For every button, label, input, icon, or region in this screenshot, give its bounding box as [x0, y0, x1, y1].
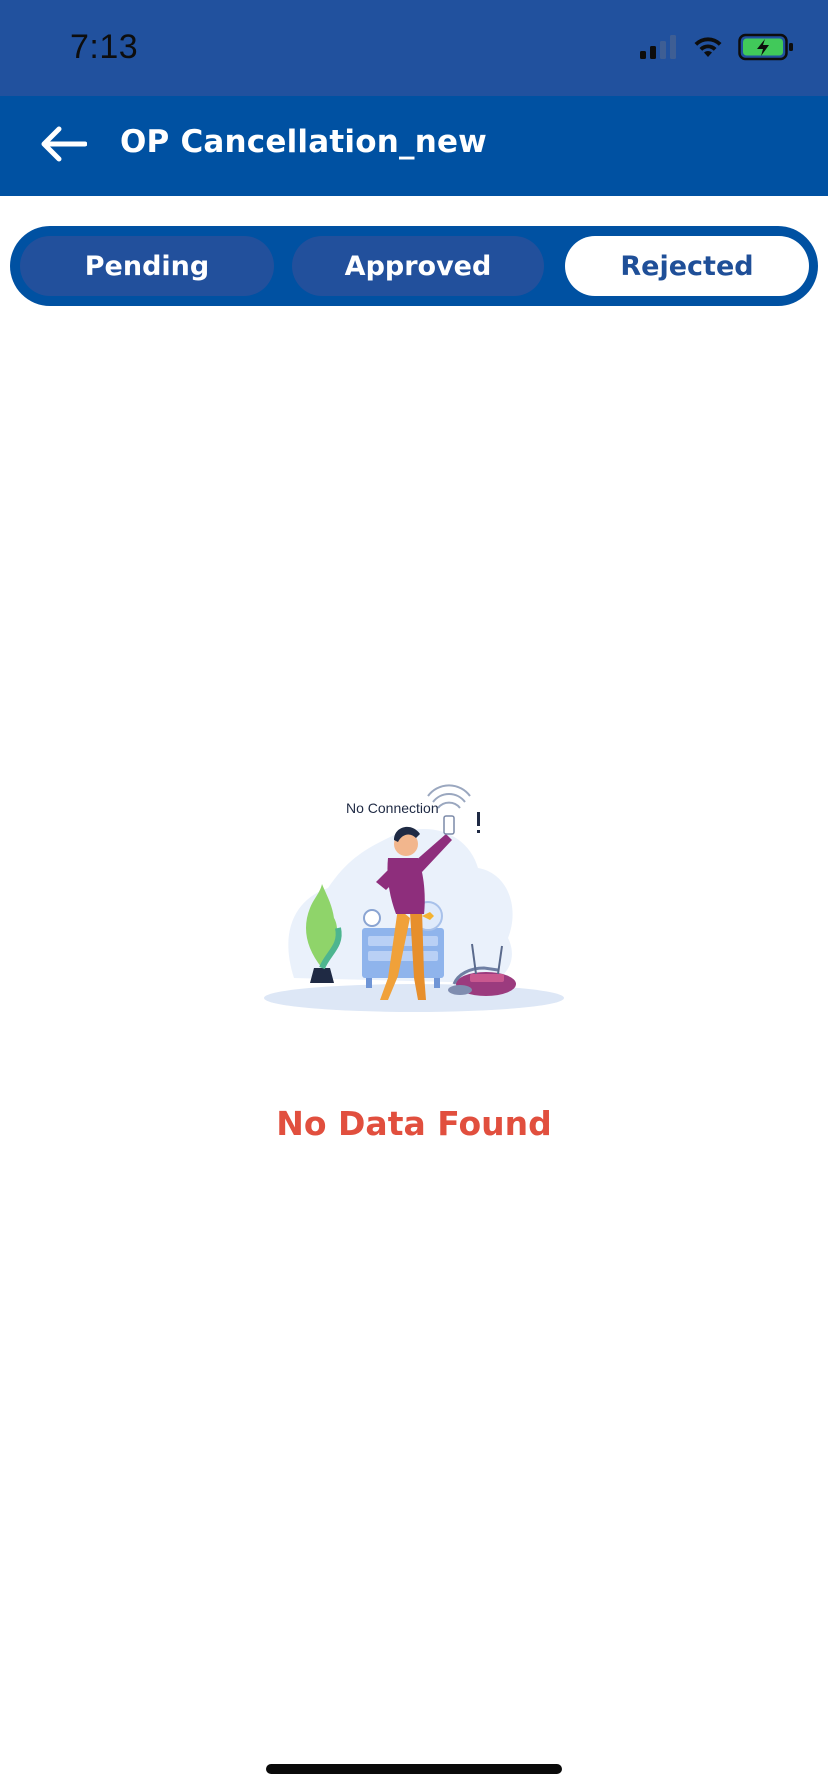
status-tabs: Pending Approved Rejected — [10, 226, 818, 306]
tab-approved[interactable]: Approved — [292, 236, 544, 296]
back-button[interactable] — [38, 122, 90, 170]
illustration-caption: No Connection — [346, 800, 439, 816]
wifi-icon — [692, 35, 724, 63]
empty-state-message: No Data Found — [276, 1104, 552, 1143]
app-bar: OP Cancellation_new — [0, 96, 828, 196]
tab-pending[interactable]: Pending — [20, 236, 274, 296]
no-connection-illustration: No Connection — [258, 778, 574, 1018]
home-indicator — [266, 1764, 562, 1774]
arrow-left-icon — [41, 126, 88, 166]
tab-rejected[interactable]: Rejected — [565, 236, 809, 296]
page-title: OP Cancellation_new — [120, 124, 488, 160]
status-bar: 7:13 — [0, 0, 828, 96]
status-icons — [640, 33, 794, 65]
status-time: 7:13 — [70, 28, 139, 66]
cellular-signal-icon — [640, 35, 678, 63]
battery-charging-icon — [738, 33, 794, 65]
